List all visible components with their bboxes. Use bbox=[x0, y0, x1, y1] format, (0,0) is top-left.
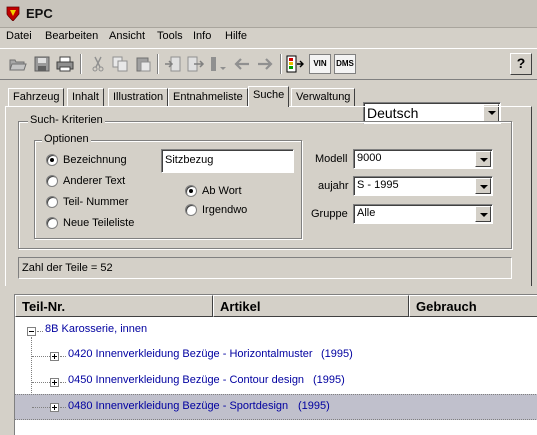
parts-count-status: Zahl der Teile = 52 bbox=[18, 257, 512, 279]
app-logo-icon bbox=[6, 6, 20, 21]
column-header-artikel[interactable]: Artikel bbox=[213, 295, 409, 317]
title-bar: EPC bbox=[0, 0, 537, 28]
toolbar-separator bbox=[157, 54, 159, 74]
expand-icon[interactable] bbox=[50, 378, 59, 387]
radio-teil-nummer-label: Teil- Nummer bbox=[63, 196, 129, 208]
menu-tools[interactable]: Tools bbox=[157, 30, 183, 42]
tree-item-year: (1995) bbox=[298, 400, 330, 412]
open-folder-icon[interactable] bbox=[8, 53, 28, 75]
toolbar-separator bbox=[280, 54, 282, 74]
tree-line bbox=[32, 407, 50, 408]
menu-info[interactable]: Info bbox=[193, 30, 211, 42]
radio-anderer-text[interactable] bbox=[46, 175, 58, 187]
search-criteria-label: Such- Kriterien bbox=[28, 114, 105, 126]
tree-line bbox=[60, 407, 66, 408]
tree-line bbox=[60, 356, 66, 357]
tree-item-row-selected[interactable]: 0480 Innenverkleidung Bezüge - Sportdesi… bbox=[15, 394, 537, 420]
tree-line bbox=[32, 356, 50, 357]
radio-ab-wort[interactable] bbox=[185, 185, 197, 197]
options-label: Optionen bbox=[42, 133, 91, 145]
modelljahr-value: S - 1995 bbox=[357, 179, 399, 191]
chevron-down-icon[interactable] bbox=[475, 178, 491, 194]
menu-bar: Datei Bearbeiten Ansicht Tools Info Hilf… bbox=[0, 28, 537, 46]
help-button[interactable]: ? bbox=[510, 53, 532, 75]
tab-entnahmeliste[interactable]: Entnahmeliste bbox=[168, 88, 248, 106]
radio-neue-teileliste[interactable] bbox=[46, 217, 58, 229]
import-icon[interactable] bbox=[163, 53, 183, 75]
tab-strip: Fahrzeug Inhalt Illustration Entnahmelis… bbox=[0, 86, 537, 107]
copy-icon[interactable] bbox=[110, 53, 130, 75]
tree-item-row[interactable]: 0420 Innenverkleidung Bezüge - Horizonta… bbox=[15, 344, 537, 368]
window-title: EPC bbox=[26, 6, 53, 21]
radio-irgendwo[interactable] bbox=[185, 204, 197, 216]
gruppe-select[interactable]: Alle bbox=[353, 204, 493, 224]
menu-ansicht[interactable]: Ansicht bbox=[109, 30, 145, 42]
modell-label: Modell bbox=[315, 153, 348, 165]
vin-button[interactable]: VIN bbox=[309, 54, 331, 74]
print-icon[interactable] bbox=[55, 53, 75, 75]
tree-root-label: 8B Karosserie, innen bbox=[45, 323, 148, 335]
gruppe-label: Gruppe bbox=[311, 208, 348, 220]
radio-neue-teileliste-label: Neue Teileliste bbox=[63, 217, 135, 229]
chevron-down-icon[interactable] bbox=[475, 151, 491, 167]
export-icon[interactable] bbox=[186, 53, 206, 75]
modelljahr-select[interactable]: S - 1995 bbox=[353, 176, 493, 196]
radio-bezeichnung[interactable] bbox=[46, 154, 58, 166]
tree-item-row[interactable]: 0450 Innenverkleidung Bezüge - Contour d… bbox=[15, 370, 537, 394]
collapse-icon[interactable] bbox=[27, 327, 36, 336]
chevron-down-icon[interactable] bbox=[475, 206, 491, 222]
tree-item-label: 0450 Innenverkleidung Bezüge - Contour d… bbox=[68, 374, 305, 386]
tree-line bbox=[32, 382, 50, 383]
results-grid: Teil-Nr. Artikel Gebrauch 8B Karosserie,… bbox=[14, 294, 537, 435]
cut-icon[interactable] bbox=[88, 53, 108, 75]
tree-item-year: (1995) bbox=[313, 374, 345, 386]
toolbar-separator bbox=[80, 54, 82, 74]
expand-icon[interactable] bbox=[50, 352, 59, 361]
tree-item-label: 0420 Innenverkleidung Bezüge - Horizonta… bbox=[68, 348, 313, 360]
tree-line bbox=[37, 331, 43, 332]
column-header-gebrauch[interactable]: Gebrauch bbox=[409, 295, 537, 317]
expand-icon[interactable] bbox=[50, 403, 59, 412]
tab-fahrzeug[interactable]: Fahrzeug bbox=[8, 88, 65, 106]
tab-verwaltung[interactable]: Verwaltung bbox=[291, 88, 356, 106]
modelljahr-label: aujahr bbox=[318, 180, 349, 192]
tab-suche[interactable]: Suche bbox=[248, 86, 290, 107]
tab-illustration[interactable]: Illustration bbox=[108, 88, 169, 106]
column-header-teil-nr[interactable]: Teil-Nr. bbox=[15, 295, 213, 317]
toolbar: VIN DMS Deutsch bbox=[0, 48, 537, 124]
radio-teil-nummer[interactable] bbox=[46, 196, 58, 208]
tree-item-year: (1995) bbox=[321, 348, 353, 360]
radio-bezeichnung-label: Bezeichnung bbox=[63, 154, 127, 166]
save-disk-icon[interactable] bbox=[32, 53, 52, 75]
tree-item-label: 0480 Innenverkleidung Bezüge - Sportdesi… bbox=[68, 400, 289, 412]
menu-datei[interactable]: Datei bbox=[6, 30, 32, 42]
bookmark-dropdown-icon[interactable] bbox=[208, 53, 228, 75]
search-text-input[interactable]: Sitzbezug bbox=[161, 149, 294, 173]
menu-hilfe[interactable]: Hilfe bbox=[225, 30, 247, 42]
dms-button[interactable]: DMS bbox=[334, 54, 356, 74]
radio-ab-wort-label: Ab Wort bbox=[202, 185, 242, 197]
radio-anderer-text-label: Anderer Text bbox=[63, 175, 126, 187]
back-arrow-icon[interactable] bbox=[232, 53, 252, 75]
parts-list-icon[interactable] bbox=[285, 53, 305, 75]
modell-value: 9000 bbox=[357, 152, 382, 164]
forward-arrow-icon[interactable] bbox=[255, 53, 275, 75]
paste-icon[interactable] bbox=[133, 53, 153, 75]
menu-bearbeiten[interactable]: Bearbeiten bbox=[45, 30, 98, 42]
tab-inhalt[interactable]: Inhalt bbox=[67, 88, 104, 106]
tree-line bbox=[60, 382, 66, 383]
modell-select[interactable]: 9000 bbox=[353, 149, 493, 169]
radio-irgendwo-label: Irgendwo bbox=[202, 204, 248, 216]
tree-root-node[interactable]: 8B Karosserie, innen bbox=[15, 319, 537, 343]
gruppe-value: Alle bbox=[357, 207, 376, 219]
